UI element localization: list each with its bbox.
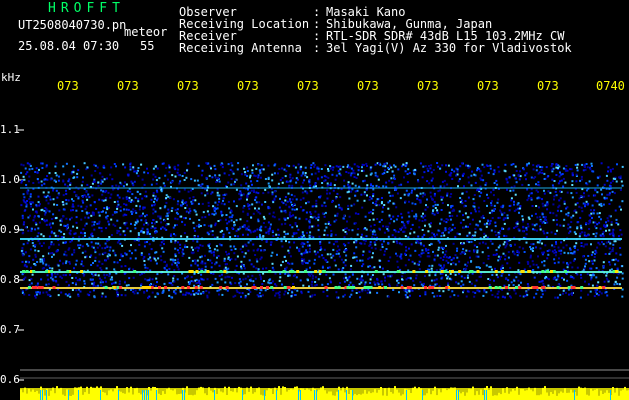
file-name: UT2508040730.pn xyxy=(18,18,127,32)
freq-label: 0.7 xyxy=(0,323,20,336)
time-label: 073 xyxy=(417,79,439,93)
freq-label: 0.8 xyxy=(0,273,20,286)
freq-label: 0.9 xyxy=(0,223,20,236)
time-label: 073 xyxy=(117,79,139,93)
spectrogram xyxy=(18,129,629,400)
axis-unit: kHz xyxy=(1,71,21,84)
time-label: 073 xyxy=(177,79,199,93)
noise-band xyxy=(20,162,624,299)
time-label: 073 xyxy=(297,79,319,93)
hrofft-window: HROFFT UT2508040730.pn meteor 25.08.04 0… xyxy=(0,0,629,400)
meteor-count: 55 xyxy=(140,39,155,53)
freq-label: 1.0 xyxy=(0,173,20,186)
date-time: 25.08.04 07:30 xyxy=(18,39,120,53)
time-label: 073 xyxy=(357,79,379,93)
antenna-label: Receiving Antenna xyxy=(179,41,302,55)
app-title: HROFFT xyxy=(48,1,125,16)
time-label: 073 xyxy=(57,79,79,93)
time-label: 073 xyxy=(237,79,259,93)
freq-label: 0.6 xyxy=(0,373,20,386)
file-suffix: meteor xyxy=(124,25,168,39)
level-strip xyxy=(20,386,629,400)
time-label: 073 xyxy=(477,79,499,93)
time-label: 073 xyxy=(537,79,559,93)
antenna-value: 3el Yagi(V) Az 330 for Vladivostok xyxy=(326,41,572,55)
freq-label: 1.1 xyxy=(0,123,20,136)
time-label: 0740 xyxy=(596,79,625,93)
